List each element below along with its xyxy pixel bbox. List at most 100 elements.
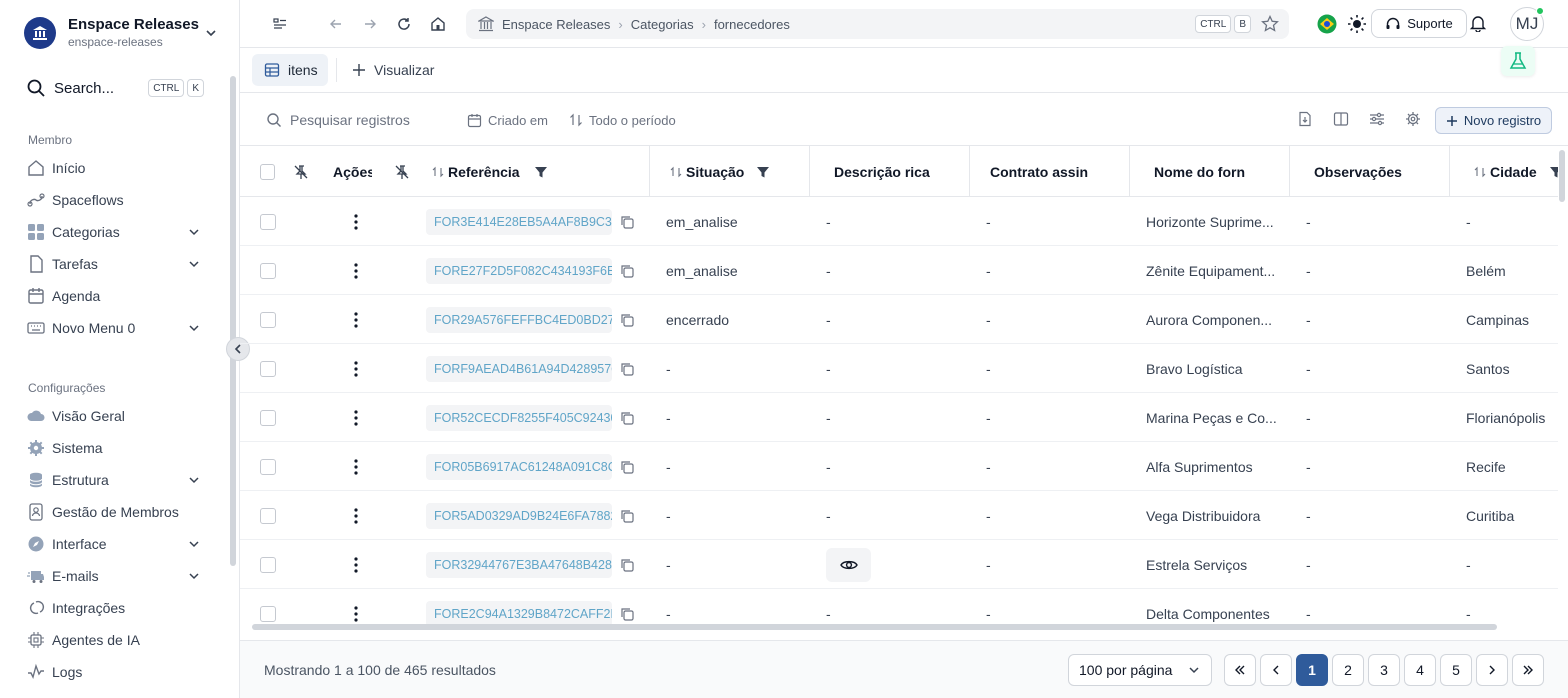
page-button-5[interactable]: 5 [1440, 654, 1472, 686]
sidebar-item-logs[interactable]: Logs [26, 658, 204, 686]
reference-link[interactable]: FOR5AD0329AD9B24E6FA78822I [426, 502, 612, 529]
reference-link[interactable]: FOR32944767E3BA47648B4283F [426, 551, 612, 578]
breadcrumb-item-workspace[interactable]: Enspace Releases [502, 17, 610, 32]
row-checkbox[interactable] [260, 311, 276, 328]
layout-toggle-icon[interactable] [270, 14, 290, 34]
sun-icon[interactable] [1347, 14, 1367, 34]
reference-link[interactable]: FOR05B6917AC61248A091C8CFD [426, 453, 612, 480]
sort-icon[interactable] [432, 166, 444, 178]
table-row[interactable]: FORE2C94A1329B8472CAFF2F4D - - - Delta Compo… [240, 589, 1558, 628]
view-rich-description-button[interactable] [826, 547, 871, 582]
bell-icon[interactable] [1468, 13, 1488, 33]
row-actions-button[interactable] [354, 442, 366, 491]
search-records-input[interactable]: Pesquisar registros [266, 111, 410, 129]
table-vertical-scrollbar[interactable] [1559, 150, 1565, 202]
row-checkbox[interactable] [260, 213, 276, 230]
sidebar-item-interface[interactable]: Interface [26, 530, 204, 558]
tab-itens[interactable]: itens [252, 54, 328, 86]
column-header-city[interactable]: Cidade [1450, 146, 1558, 197]
row-actions-button[interactable] [354, 393, 366, 442]
row-checkbox[interactable] [260, 605, 276, 622]
sidebar-item-visao-geral[interactable]: Visão Geral [26, 402, 204, 430]
row-checkbox[interactable] [260, 409, 276, 426]
sidebar-search[interactable]: Search... CTRL K [26, 76, 204, 100]
per-page-select[interactable]: 100 por página [1068, 654, 1212, 686]
row-checkbox[interactable] [260, 360, 276, 377]
row-actions-button[interactable] [354, 344, 366, 393]
reference-link[interactable]: FORF9AEAD4B61A94D428957615 [426, 355, 612, 382]
sidebar-item-integracoes[interactable]: Integrações [26, 594, 204, 622]
copy-icon[interactable] [620, 362, 634, 376]
created-filter-button[interactable]: Criado em [467, 111, 548, 129]
page-button-3[interactable]: 3 [1368, 654, 1400, 686]
home-icon[interactable] [428, 14, 448, 34]
reference-link[interactable]: FORE2C94A1329B8472CAFF2F4D [426, 600, 612, 627]
workspace-switcher[interactable]: Enspace Releases enspace-releases [24, 14, 220, 52]
sidebar-item-emails[interactable]: E-mails [26, 562, 204, 590]
sidebar-item-inicio[interactable]: Início [26, 154, 204, 182]
last-page-button[interactable] [1512, 654, 1544, 686]
sidebar-item-agenda[interactable]: Agenda [26, 282, 204, 310]
table-row[interactable]: FORF9AEAD4B61A94D428957615 - - - Bravo Logís… [240, 344, 1558, 393]
filter-icon[interactable] [756, 165, 770, 179]
row-actions-button[interactable] [354, 246, 366, 295]
copy-icon[interactable] [620, 607, 634, 621]
row-actions-button[interactable] [354, 295, 366, 344]
copy-icon[interactable] [620, 558, 634, 572]
table-horizontal-scrollbar[interactable] [252, 624, 1497, 630]
copy-icon[interactable] [620, 460, 634, 474]
filter-icon[interactable] [1549, 165, 1558, 179]
sidebar-item-tarefas[interactable]: Tarefas [26, 250, 204, 278]
unpin-icon[interactable] [394, 164, 410, 180]
reference-link[interactable]: FOR52CECDF8255F405C92430F1 [426, 404, 612, 431]
row-actions-button[interactable] [354, 491, 366, 540]
new-record-button[interactable]: Novo registro [1435, 107, 1552, 134]
sort-icon[interactable] [1474, 166, 1486, 178]
row-checkbox[interactable] [260, 262, 276, 279]
page-button-2[interactable]: 2 [1332, 654, 1364, 686]
copy-icon[interactable] [620, 215, 634, 229]
copy-icon[interactable] [620, 313, 634, 327]
unpin-icon[interactable] [293, 164, 309, 180]
labs-button[interactable] [1501, 46, 1535, 76]
column-header-notes[interactable]: Observações [1290, 146, 1450, 197]
sidebar-item-gestao-membros[interactable]: Gestão de Membros [26, 498, 204, 526]
column-header-status[interactable]: Situação [650, 146, 810, 197]
sidebar-item-categorias[interactable]: Categorias [26, 218, 204, 246]
brazil-flag-icon[interactable] [1317, 14, 1337, 34]
sidebar-item-novo-menu[interactable]: Novo Menu 0 [26, 314, 204, 342]
export-icon[interactable] [1296, 110, 1314, 128]
copy-icon[interactable] [620, 411, 634, 425]
reference-link[interactable]: FORE27F2D5F082C434193F6E20E [426, 257, 612, 284]
table-row[interactable]: FOR5AD0329AD9B24E6FA78822I - - - Vega Distri… [240, 491, 1558, 540]
breadcrumb-item-categorias[interactable]: Categorias [631, 17, 694, 32]
reference-link[interactable]: FOR29A576FEFFBC4ED0BD27B3A [426, 306, 612, 333]
back-arrow-icon[interactable] [326, 14, 346, 34]
row-checkbox[interactable] [260, 507, 276, 524]
table-row[interactable]: FOR32944767E3BA47648B4283F - - Estrela Serv… [240, 540, 1558, 589]
table-row[interactable]: FOR52CECDF8255F405C92430F1 - - - Marina Peça… [240, 393, 1558, 442]
page-button-4[interactable]: 4 [1404, 654, 1436, 686]
sidebar-scrollbar[interactable] [230, 76, 236, 566]
reference-link[interactable]: FOR3E414E28EB5A4AF8B9C3A42 [426, 208, 612, 235]
support-button[interactable]: Suporte [1371, 9, 1467, 38]
select-all-checkbox[interactable] [260, 163, 275, 180]
period-filter-button[interactable]: Todo o período [569, 111, 676, 129]
first-page-button[interactable] [1224, 654, 1256, 686]
column-header-contract[interactable]: Contrato assina [970, 146, 1130, 197]
table-row[interactable]: FORE27F2D5F082C434193F6E20E em_analise - - Z… [240, 246, 1558, 295]
filter-icon[interactable] [534, 165, 548, 179]
sidebar-item-sistema[interactable]: Sistema [26, 434, 204, 462]
row-checkbox[interactable] [260, 556, 276, 573]
table-row[interactable]: FOR29A576FEFFBC4ED0BD27B3A encerrado - - Aur… [240, 295, 1558, 344]
page-button-1[interactable]: 1 [1296, 654, 1328, 686]
sidebar-item-estrutura[interactable]: Estrutura [26, 466, 204, 494]
table-row[interactable]: FOR3E414E28EB5A4AF8B9C3A42 em_analise - - Ho… [240, 197, 1558, 246]
row-actions-button[interactable] [354, 540, 366, 589]
table-row[interactable]: FOR05B6917AC61248A091C8CFD - - - Alfa Suprim… [240, 442, 1558, 491]
sidebar-item-spaceflows[interactable]: Spaceflows [26, 186, 204, 214]
next-page-button[interactable] [1476, 654, 1508, 686]
column-header-supplier-name[interactable]: Nome do forn [1130, 146, 1290, 197]
forward-arrow-icon[interactable] [360, 14, 380, 34]
column-header-reference[interactable]: Referência [410, 146, 650, 197]
